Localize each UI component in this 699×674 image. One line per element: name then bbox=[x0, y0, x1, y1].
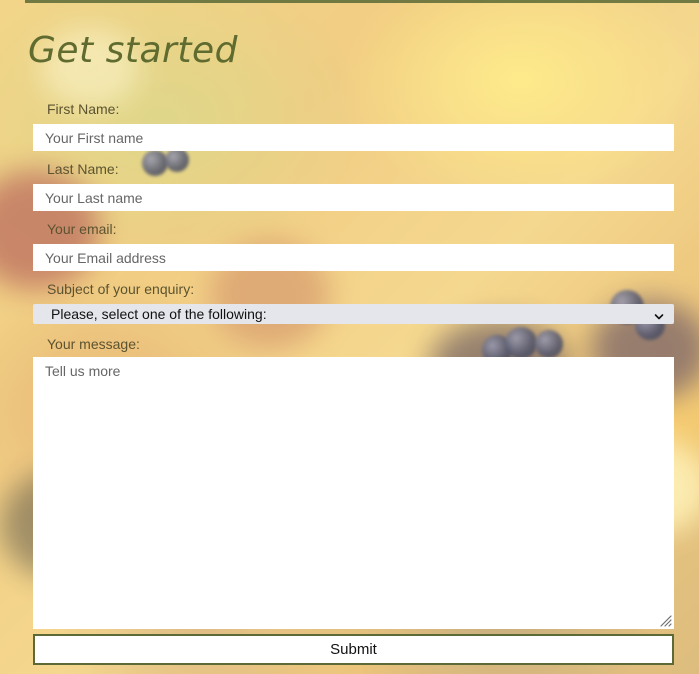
contact-form-panel: Get started First Name: Last Name: Your … bbox=[0, 0, 699, 674]
last-name-label: Last Name: bbox=[47, 161, 119, 177]
message-label: Your message: bbox=[47, 336, 140, 352]
subject-select-value: Please, select one of the following: bbox=[51, 306, 267, 322]
last-name-input[interactable] bbox=[33, 184, 674, 211]
subject-label: Subject of your enquiry: bbox=[47, 281, 195, 297]
top-border bbox=[25, 0, 699, 3]
submit-button[interactable]: Submit bbox=[33, 634, 674, 665]
email-label: Your email: bbox=[47, 221, 117, 237]
subject-select[interactable]: Please, select one of the following: bbox=[33, 304, 674, 324]
first-name-label: First Name: bbox=[47, 101, 120, 117]
page-title: Get started bbox=[28, 30, 238, 71]
message-textarea[interactable]: Tell us more bbox=[33, 357, 674, 629]
resize-handle-icon[interactable] bbox=[656, 611, 672, 627]
first-name-input[interactable] bbox=[33, 124, 674, 151]
email-input[interactable] bbox=[33, 244, 674, 271]
message-placeholder: Tell us more bbox=[45, 363, 121, 379]
chevron-down-icon bbox=[654, 309, 664, 320]
